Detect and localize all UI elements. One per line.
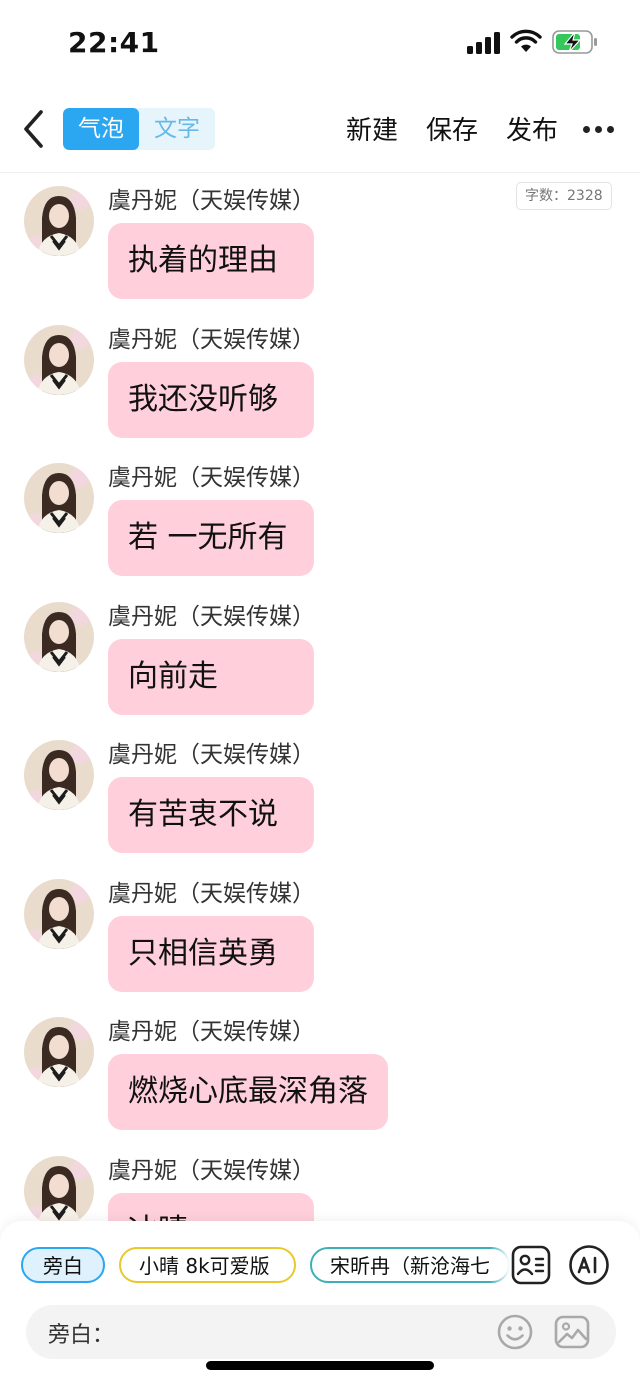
message-bubble[interactable]: 有苦衷不说 <box>108 777 314 853</box>
chat-message[interactable]: 虞丹妮（天娱传媒） 有苦衷不说 <box>0 727 640 865</box>
chat-area[interactable]: 字数：2328 虞丹妮（天娱传媒） 执着的理由 虞丹妮（天娱传媒） 我还没听够 虞丹妮（… <box>0 173 640 1221</box>
new-button[interactable]: 新建 <box>346 110 398 147</box>
sender-name: 虞丹妮（天娱传媒） <box>108 465 315 491</box>
contact-card-icon[interactable] <box>510 1244 552 1286</box>
chip-fade-overlay <box>490 1243 510 1287</box>
chevron-left-icon <box>24 110 43 148</box>
status-bar: 22:41 <box>0 0 640 86</box>
chat-message[interactable]: 虞丹妮（天娱传媒） 冰晴 <box>0 1143 640 1221</box>
role-chip-narration[interactable]: 旁白 <box>21 1247 105 1283</box>
role-chip-character[interactable]: 小晴 8k可爱版 <box>119 1247 296 1283</box>
tab-bubble[interactable]: 气泡 <box>63 108 139 150</box>
chat-message[interactable]: 虞丹妮（天娱传媒） 若 一无所有 <box>0 450 640 588</box>
message-input[interactable] <box>116 1315 500 1351</box>
avatar[interactable] <box>24 324 94 395</box>
sender-name: 虞丹妮（天娱传媒） <box>108 603 315 630</box>
publish-button[interactable]: 发布 <box>506 110 558 147</box>
home-indicator <box>206 1361 434 1370</box>
avatar[interactable] <box>24 186 94 256</box>
chat-message[interactable]: 虞丹妮（天娱传媒） 我还没听够 <box>0 312 640 450</box>
avatar[interactable] <box>24 740 94 810</box>
emoji-icon[interactable] <box>496 1313 534 1351</box>
avatar[interactable] <box>24 1155 94 1221</box>
cellular-signal-icon <box>467 32 501 54</box>
message-bubble[interactable]: 向前走 <box>108 638 314 715</box>
avatar[interactable] <box>24 1017 94 1087</box>
chat-message[interactable]: 虞丹妮（天娱传媒） 只相信英勇 <box>0 866 640 1004</box>
tab-text[interactable]: 文字 <box>139 108 215 150</box>
message-bubble[interactable]: 我还没听够 <box>108 361 314 438</box>
chat-message[interactable]: 虞丹妮（天娱传媒） 燃烧心底最深角落 <box>0 1004 640 1142</box>
wifi-icon <box>510 29 542 52</box>
chat-message[interactable]: 虞丹妮（天娱传媒） 向前走 <box>0 589 640 727</box>
avatar[interactable] <box>24 878 94 949</box>
message-bubble[interactable]: 执着的理由 <box>108 223 314 299</box>
back-button[interactable] <box>14 104 54 154</box>
view-mode-toggle: 气泡 文字 <box>63 108 215 150</box>
sender-name: 虞丹妮（天娱传媒） <box>108 1157 315 1184</box>
sender-name: 虞丹妮（天娱传媒） <box>108 742 315 768</box>
ai-icon[interactable] <box>568 1244 610 1286</box>
message-bubble[interactable]: 冰晴 <box>108 1192 314 1221</box>
nav-bar: 气泡 文字 新建 保存 发布 <box>0 96 640 166</box>
sender-name: 虞丹妮（天娱传媒） <box>108 1019 315 1045</box>
save-button[interactable]: 保存 <box>426 110 478 147</box>
message-bubble[interactable]: 只相信英勇 <box>108 915 314 992</box>
message-bubble[interactable]: 燃烧心底最深角落 <box>108 1054 388 1130</box>
chat-message[interactable]: 虞丹妮（天娱传媒） 执着的理由 <box>0 173 640 311</box>
image-icon[interactable] <box>553 1313 591 1351</box>
input-role-label: 旁白： <box>48 1323 115 1348</box>
sender-name: 虞丹妮（天娱传媒） <box>108 188 315 214</box>
status-time: 22:41 <box>68 26 160 59</box>
sender-name: 虞丹妮（天娱传媒） <box>108 880 315 907</box>
avatar[interactable] <box>24 463 94 533</box>
sender-name: 虞丹妮（天娱传媒） <box>108 326 315 353</box>
battery-charging-icon <box>552 30 597 54</box>
more-options-button[interactable] <box>583 126 615 134</box>
message-bubble[interactable]: 若 一无所有 <box>108 500 314 576</box>
message-input-bar[interactable]: 旁白： <box>26 1305 616 1359</box>
role-chip-character[interactable]: 宋昕冉（新沧海七 <box>310 1247 510 1283</box>
avatar[interactable] <box>24 601 94 672</box>
